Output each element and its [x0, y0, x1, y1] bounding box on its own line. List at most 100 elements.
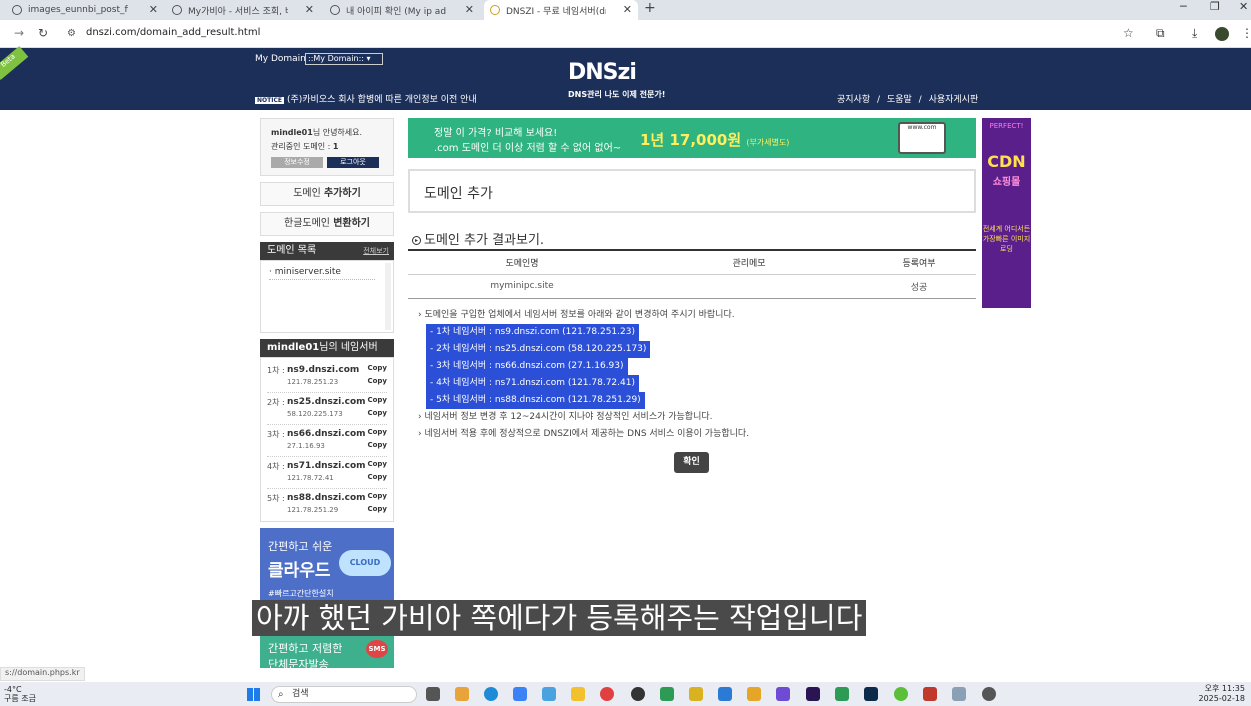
browser-tab-active[interactable]: DNSZI - 무료 네임서버(dns) 관 ✕	[484, 0, 638, 20]
browser-tab[interactable]: images_eunnbi_post_ffb27f8b ✕	[6, 0, 164, 20]
page-body: mindle01님 안녕하세요. 관리중인 도메인 : 1 정보수정 로그아웃 도…	[0, 110, 1251, 682]
photoshop-icon[interactable]	[864, 687, 878, 701]
app-icon[interactable]	[747, 687, 761, 701]
task-view-icon[interactable]	[426, 687, 440, 701]
nameserver-item: 5차 : ns88.dnszi.com 121.78.251.29 Copy C…	[267, 492, 387, 514]
minimize-icon[interactable]: ─	[1180, 0, 1187, 13]
window-close-icon[interactable]: ✕	[1239, 0, 1248, 13]
page-title: 도메인 추가	[424, 186, 493, 202]
my-domain-label: My Domain :	[255, 54, 312, 64]
nameserver-list: 1차 : ns9.dnszi.com 121.78.251.23 Copy Co…	[260, 357, 394, 522]
view-all-link[interactable]: 전체보기	[363, 242, 389, 260]
extensions-icon[interactable]: ⧉	[1156, 26, 1165, 41]
premiere-icon[interactable]	[806, 687, 820, 701]
back-icon[interactable]: →	[14, 26, 24, 40]
site-logo[interactable]: DNSzi	[568, 60, 637, 85]
promo-banner[interactable]: 정말 이 가격? 비교해 보세요! .com 도메인 더 이상 저렴 할 수 없…	[408, 118, 976, 158]
app-icon[interactable]	[513, 687, 527, 701]
browser-tab[interactable]: My가비아 - 서비스 조회, 비용 ✕	[166, 0, 320, 20]
status-url: s://domain.phps.kr	[0, 667, 85, 681]
app-icon[interactable]	[835, 687, 849, 701]
copy-host-button[interactable]: Copy	[367, 492, 387, 500]
app-icon[interactable]	[689, 687, 703, 701]
site-info-icon[interactable]: ⚙	[67, 28, 76, 39]
copy-ip-button[interactable]: Copy	[367, 409, 387, 417]
nav-separator: /	[918, 95, 922, 105]
app-icon[interactable]	[923, 687, 937, 701]
confirm-button[interactable]: 확인	[674, 452, 709, 473]
profile-avatar[interactable]	[1215, 27, 1229, 41]
taskbar-clock[interactable]: 오후 11:35 2025-02-18	[1199, 684, 1246, 704]
section-title: ▸ 도메인 추가 결과보기.	[412, 229, 544, 248]
copy-host-button[interactable]: Copy	[367, 396, 387, 404]
search-icon: ⌕	[278, 689, 284, 700]
logout-button[interactable]: 로그아웃	[327, 157, 379, 168]
taskbar-search[interactable]: ⌕ 검색	[271, 686, 417, 703]
copy-ip-button[interactable]: Copy	[367, 377, 387, 385]
copy-host-button[interactable]: Copy	[367, 428, 387, 436]
nav-separator: /	[877, 95, 881, 105]
file-explorer-icon[interactable]	[571, 687, 585, 701]
restore-icon[interactable]: ❐	[1210, 0, 1220, 13]
list-item[interactable]: · miniserver.site	[269, 267, 375, 280]
domain-list: · miniserver.site	[260, 260, 394, 333]
app-icon[interactable]	[660, 687, 674, 701]
app-icon[interactable]	[894, 687, 908, 701]
close-icon[interactable]: ✕	[149, 3, 158, 16]
nav-notice-link[interactable]: 공지사항	[837, 95, 870, 105]
new-tab-icon[interactable]: +	[644, 0, 656, 16]
url-field[interactable]: dnszi.com/domain_add_result.html	[86, 27, 260, 38]
copy-host-button[interactable]: Copy	[367, 460, 387, 468]
bullet-arrow-icon: ▸	[412, 236, 421, 245]
copy-ip-button[interactable]: Copy	[367, 441, 387, 449]
top-nav: 공지사항 / 도움말 / 사용자게시판	[837, 92, 982, 105]
windows-start-icon[interactable]	[247, 688, 260, 701]
bookmark-star-icon[interactable]: ☆	[1123, 26, 1134, 40]
weather-widget[interactable]: -4°C 구름 조금	[4, 685, 36, 703]
app-icon[interactable]	[631, 687, 645, 701]
vscode-icon[interactable]	[718, 687, 732, 701]
video-subtitle: 아까 했던 가비아 쪽에다가 등록해주는 작업입니다	[252, 600, 867, 636]
scrollbar[interactable]	[385, 263, 391, 330]
copy-ip-button[interactable]: Copy	[367, 473, 387, 481]
convert-domain-button[interactable]: 한글도메인 변환하기	[260, 212, 394, 236]
sms-ad-banner[interactable]: 간편하고 저렴한 단체문자발송 SMS	[260, 634, 394, 671]
chrome-icon[interactable]	[600, 687, 614, 701]
nav-help-link[interactable]: 도움말	[887, 95, 912, 105]
nav-board-link[interactable]: 사용자게시판	[929, 95, 979, 105]
my-domain-select[interactable]: ::My Domain:: ▾	[305, 53, 383, 65]
notice-text[interactable]: (주)카비오스 회사 합병에 따른 개인정보 이전 안내	[287, 95, 477, 105]
tab-favicon-icon	[12, 5, 22, 15]
monitor-icon: www.com	[898, 122, 946, 154]
app-icon[interactable]	[542, 687, 556, 701]
app-icon[interactable]	[776, 687, 790, 701]
table-header-row: 도메인명 관리메모 등록여부	[408, 249, 976, 275]
copy-host-button[interactable]: Copy	[367, 364, 387, 372]
close-icon[interactable]: ✕	[623, 3, 632, 16]
tab-favicon-icon	[490, 5, 500, 15]
nameserver-item: 3차 : ns66.dnszi.com 27.1.16.93 Copy Copy	[267, 425, 387, 457]
add-domain-button[interactable]: 도메인 추가하기	[260, 182, 394, 206]
taskbar: -4°C 구름 조금 ⌕ 검색 오후 11:35 2025-02-18	[0, 682, 1251, 706]
notice-bar[interactable]: NOTICE (주)카비오스 회사 합병에 따른 개인정보 이전 안내	[255, 92, 477, 105]
cdn-ad-banner[interactable]: PERFECT! CDN 쇼핑몰 전세계 어디서든 가장빠른 이미지로딩	[982, 118, 1031, 308]
nameserver-line: - 1차 네임서버 : ns9.dnszi.com (121.78.251.23…	[426, 324, 639, 341]
tab-favicon-icon	[330, 5, 340, 15]
download-icon[interactable]: ⤓	[1192, 26, 1197, 41]
login-box: mindle01님 안녕하세요. 관리중인 도메인 : 1 정보수정 로그아웃	[260, 118, 394, 176]
nameserver-line: - 5차 네임서버 : ns88.dnszi.com (121.78.251.2…	[426, 392, 645, 409]
close-icon[interactable]: ✕	[305, 3, 314, 16]
close-icon[interactable]: ✕	[465, 3, 474, 16]
edge-icon[interactable]	[484, 687, 498, 701]
managed-count: 1	[332, 142, 339, 151]
more-menu-icon[interactable]: ⋮	[1241, 26, 1251, 40]
reload-icon[interactable]: ↻	[38, 26, 48, 40]
page-title-box: 도메인 추가	[408, 169, 976, 213]
logo-tagline: DNS관리 나도 이제 전문가!	[568, 90, 666, 99]
browser-tab[interactable]: 내 아이피 확인 (My ip address ✕	[324, 0, 480, 20]
copy-ip-button[interactable]: Copy	[367, 505, 387, 513]
calculator-icon[interactable]	[952, 687, 966, 701]
copilot-icon[interactable]	[455, 687, 469, 701]
edit-info-button[interactable]: 정보수정	[271, 157, 323, 168]
app-icon[interactable]	[982, 687, 996, 701]
